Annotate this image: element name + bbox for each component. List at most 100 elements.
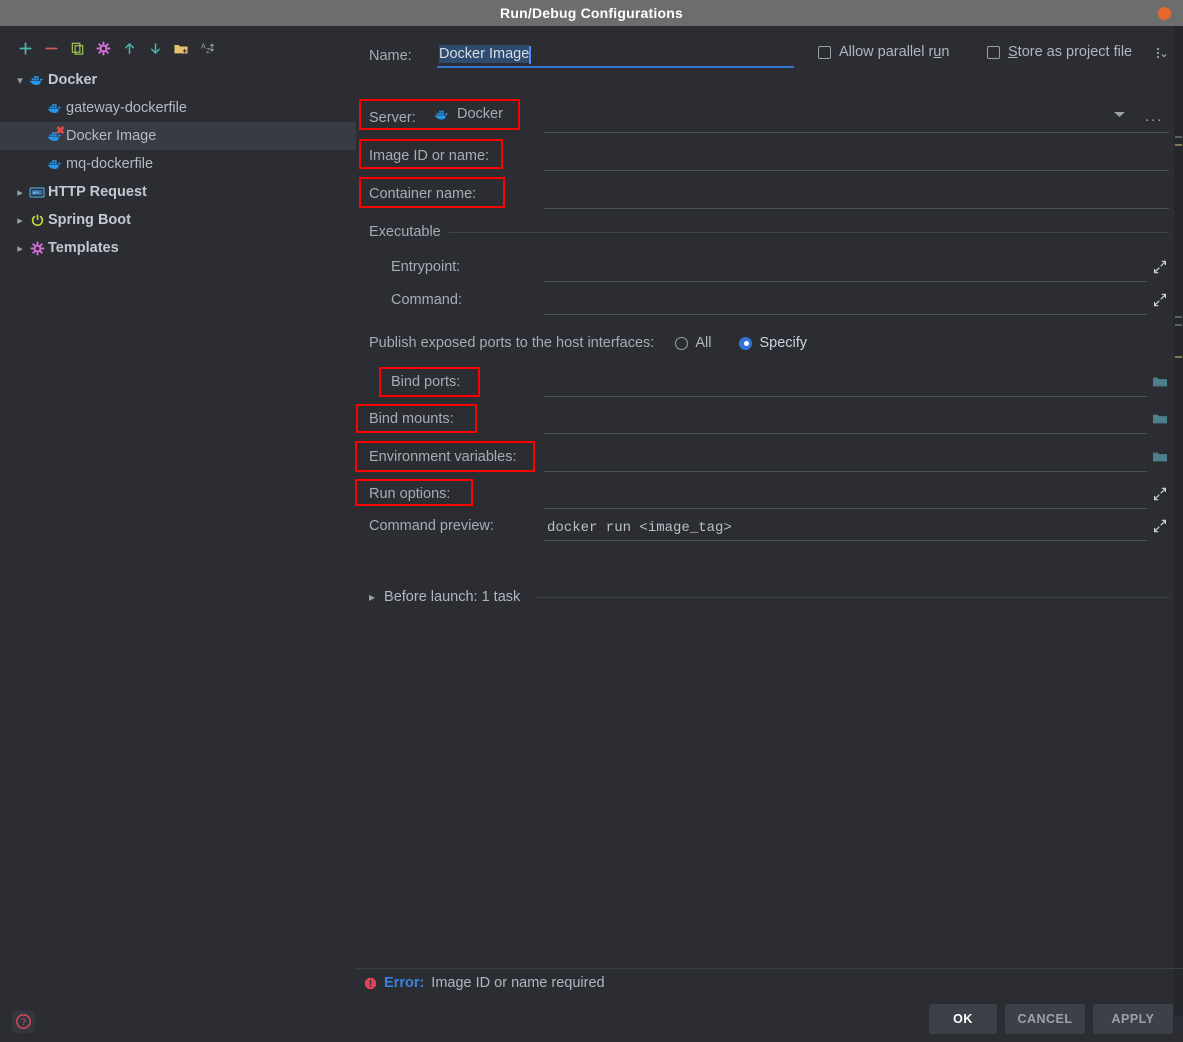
close-icon[interactable] xyxy=(1158,7,1171,20)
field-underline xyxy=(544,281,1147,282)
tree-item-mq-dockerfile[interactable]: mq-dockerfile xyxy=(0,150,356,178)
publish-ports-row: Publish exposed ports to the host interf… xyxy=(369,331,1169,355)
gutter-mark xyxy=(1175,316,1182,318)
field-underline xyxy=(544,396,1147,397)
bind-mounts-input[interactable] xyxy=(544,404,1169,434)
container-name-input[interactable] xyxy=(544,179,1169,209)
before-launch-row[interactable]: ▸ Before launch: 1 task xyxy=(369,584,1169,610)
chevron-down-icon[interactable]: ▾ xyxy=(12,72,28,88)
docker-icon xyxy=(28,72,46,88)
allow-parallel-run-checkbox[interactable]: Allow parallel run xyxy=(818,44,949,60)
spring-boot-icon xyxy=(28,212,46,228)
sort-az-icon[interactable]: A Z xyxy=(194,36,220,60)
entrypoint-row: Entrypoint: xyxy=(369,250,1169,284)
store-as-project-file-label: Store as project file xyxy=(1008,44,1133,60)
tree-group-label: Spring Boot xyxy=(48,212,131,228)
gutter-mark xyxy=(1175,324,1182,326)
docker-icon xyxy=(434,108,450,121)
command-preview-input[interactable]: docker run <image_tag> xyxy=(544,511,1169,541)
tree-item-label: Docker Image xyxy=(66,128,157,144)
tree-group-http-request[interactable]: ▸ API HTTP Request xyxy=(0,178,356,206)
radio-all-label: All xyxy=(695,335,712,351)
error-stripe-gutter[interactable] xyxy=(1174,26,1183,1016)
bind-ports-row: Bind ports: xyxy=(369,365,1169,399)
server-combo[interactable] xyxy=(544,103,1169,133)
run-options-row: Run options: xyxy=(369,477,1169,511)
command-preview-row: Command preview: docker run <image_tag> xyxy=(369,509,1169,543)
remove-configuration-button[interactable] xyxy=(38,36,64,60)
run-debug-configurations-dialog: Run/Debug Configurations A Z ▾ Docker ga… xyxy=(0,0,1183,1042)
tree-group-label: HTTP Request xyxy=(48,184,147,200)
environment-variables-row: Environment variables: xyxy=(369,440,1169,474)
help-question-icon[interactable]: ? xyxy=(12,1010,35,1033)
expand-field-icon[interactable] xyxy=(1151,485,1169,503)
chevron-right-icon[interactable]: ▸ xyxy=(12,240,28,256)
field-underline xyxy=(544,433,1147,434)
expand-field-icon[interactable] xyxy=(1151,291,1169,309)
copy-configuration-button[interactable] xyxy=(64,36,90,60)
server-browse-button[interactable]: ... xyxy=(1145,108,1164,125)
new-folder-button[interactable] xyxy=(168,36,194,60)
entrypoint-label: Entrypoint: xyxy=(391,259,461,275)
error-label: Error: xyxy=(384,975,425,991)
field-underline xyxy=(544,471,1147,472)
image-id-row: Image ID or name: xyxy=(369,139,1169,173)
publish-ports-label: Publish exposed ports to the host interf… xyxy=(369,335,655,351)
folder-browse-icon[interactable] xyxy=(1151,410,1169,428)
command-preview-label: Command preview: xyxy=(369,518,494,534)
command-input[interactable] xyxy=(544,285,1169,315)
ok-button[interactable]: OK xyxy=(929,1004,997,1034)
cancel-button[interactable]: CANCEL xyxy=(1005,1004,1085,1034)
error-message-row: Error: Image ID or name required xyxy=(364,975,605,991)
folder-browse-icon[interactable] xyxy=(1151,373,1169,391)
error-message: Image ID or name required xyxy=(431,975,605,991)
apply-button[interactable]: APPLY xyxy=(1093,1004,1173,1034)
section-divider xyxy=(448,231,1169,233)
tree-group-docker[interactable]: ▾ Docker xyxy=(0,66,356,94)
expand-field-icon[interactable] xyxy=(1151,258,1169,276)
store-as-project-file-checkbox[interactable]: Store as project file xyxy=(987,44,1132,60)
folder-browse-icon[interactable] xyxy=(1151,448,1169,466)
tree-item-docker-image[interactable]: ✖ Docker Image xyxy=(0,122,356,150)
radio-all[interactable]: All xyxy=(675,335,711,351)
tree-group-spring-boot[interactable]: ▸ Spring Boot xyxy=(0,206,356,234)
server-browse-label: ... xyxy=(1145,108,1164,125)
error-badge-icon: ✖ xyxy=(55,125,65,137)
dialog-buttons: OK CANCEL APPLY xyxy=(929,1004,1173,1034)
window-title: Run/Debug Configurations xyxy=(500,5,683,21)
name-input[interactable] xyxy=(437,44,794,68)
edit-templates-gear-icon[interactable] xyxy=(90,36,116,60)
move-up-button[interactable] xyxy=(116,36,142,60)
field-underline xyxy=(544,208,1169,209)
checkbox-box[interactable] xyxy=(987,45,1000,59)
chevron-right-icon[interactable]: ▸ xyxy=(12,212,28,228)
more-options-icon[interactable] xyxy=(1154,46,1168,60)
container-name-label: Container name: xyxy=(369,186,477,202)
docker-icon xyxy=(46,156,64,172)
command-preview-value: docker run <image_tag> xyxy=(547,520,732,536)
tree-item-label: mq-dockerfile xyxy=(66,156,154,172)
radio-button[interactable] xyxy=(675,336,689,350)
chevron-down-icon[interactable] xyxy=(1113,110,1126,119)
run-options-input[interactable] xyxy=(544,479,1169,509)
footer-divider xyxy=(356,968,1183,969)
svg-text:API: API xyxy=(33,190,39,195)
expand-field-icon[interactable] xyxy=(1151,517,1169,535)
environment-variables-input[interactable] xyxy=(544,442,1169,472)
radio-button[interactable] xyxy=(739,336,753,350)
checkbox-box[interactable] xyxy=(818,45,831,59)
name-input-wrapper: Docker Image xyxy=(437,44,794,68)
add-configuration-button[interactable] xyxy=(12,36,38,60)
chevron-right-icon[interactable]: ▸ xyxy=(12,184,28,200)
entrypoint-input[interactable] xyxy=(544,252,1169,282)
radio-specify[interactable]: Specify xyxy=(739,335,807,351)
bind-mounts-row: Bind mounts: xyxy=(369,402,1169,436)
field-underline xyxy=(544,540,1147,541)
tree-group-templates[interactable]: ▸ Templates xyxy=(0,234,356,262)
gutter-mark xyxy=(1175,144,1182,146)
chevron-right-icon[interactable]: ▸ xyxy=(369,590,375,604)
bind-ports-input[interactable] xyxy=(544,367,1169,397)
move-down-button[interactable] xyxy=(142,36,168,60)
tree-item-gateway-dockerfile[interactable]: gateway-dockerfile xyxy=(0,94,356,122)
image-id-input[interactable] xyxy=(544,141,1169,171)
